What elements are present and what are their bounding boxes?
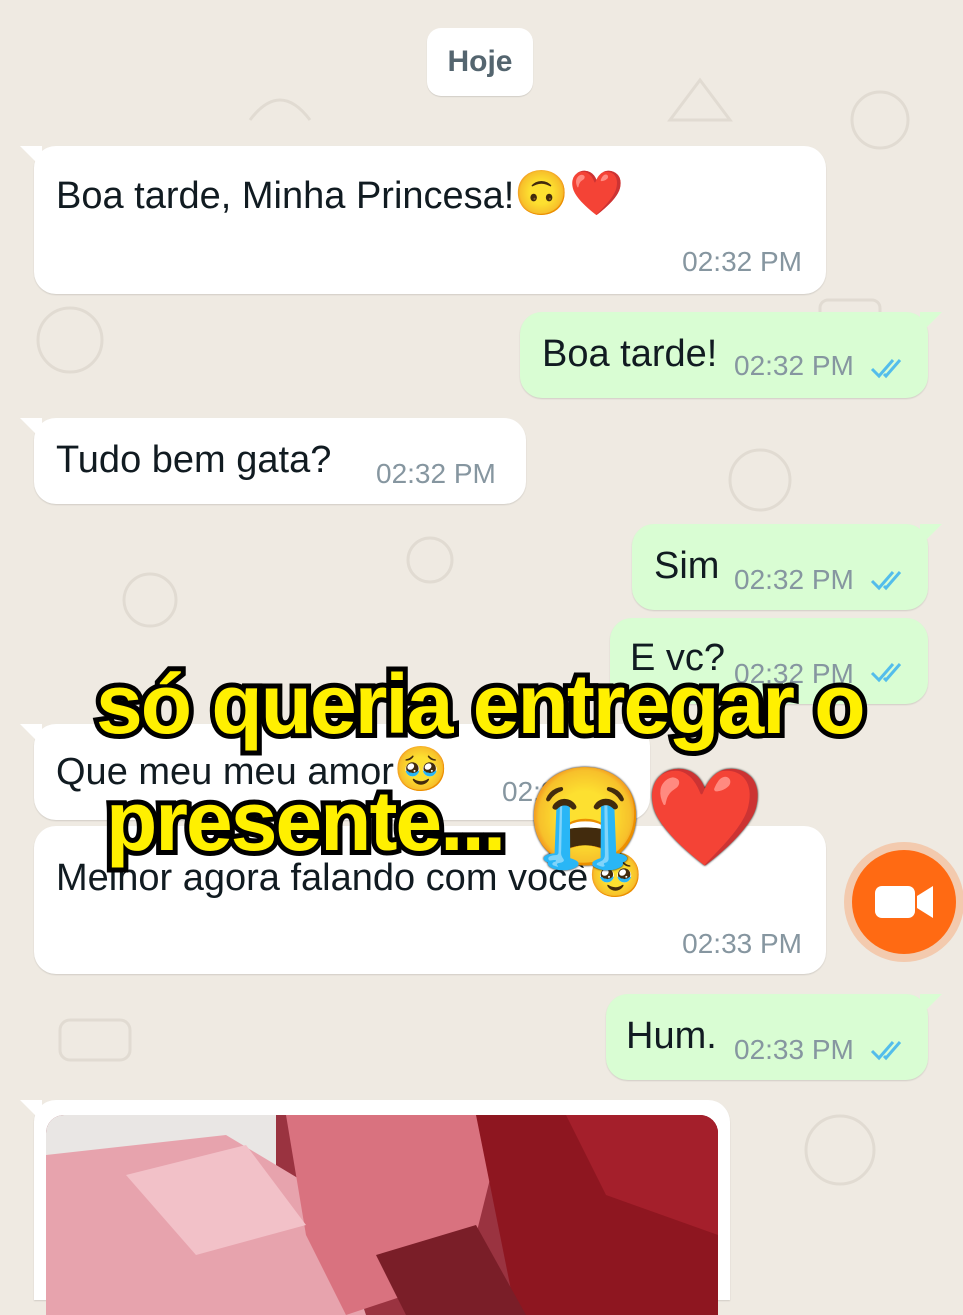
message-text: Sim <box>654 545 720 587</box>
double-check-icon <box>870 1041 902 1061</box>
message-incoming[interactable]: Tudo bem gata? 02:32 PM <box>20 418 526 504</box>
message-outgoing[interactable]: Sim 02:32 PM <box>632 524 942 610</box>
caption-text: presente... <box>101 769 511 873</box>
message-incoming[interactable]: Boa tarde, Minha Princesa!🙃❤️ 02:32 PM <box>20 146 826 294</box>
message-text: Tudo bem gata? <box>56 439 332 481</box>
double-check-icon <box>870 359 902 379</box>
message-text: Boa tarde! <box>542 333 718 375</box>
emoji: 🙃❤️ <box>514 169 624 218</box>
caption-emoji: 😭❤️ <box>525 764 765 871</box>
message-time: 02:32 PM <box>734 350 854 381</box>
message-text: Boa tarde, Minha Princesa! <box>56 175 515 217</box>
double-check-icon <box>870 571 902 591</box>
message-outgoing[interactable]: Hum. 02:33 PM <box>606 994 942 1080</box>
caption-line-2: presente... 😭❤️ <box>101 762 765 874</box>
message-outgoing[interactable]: Boa tarde! 02:32 PM <box>520 312 942 398</box>
double-check-icon <box>870 663 902 683</box>
caption-line-1: só queria entregar o <box>91 652 871 756</box>
message-time: 02:32 PM <box>734 564 854 595</box>
message-photo[interactable] <box>46 1115 718 1315</box>
video-call-button[interactable] <box>852 850 956 954</box>
message-time: 02:33 PM <box>734 1034 854 1065</box>
message-time: 02:32 PM <box>682 246 802 277</box>
message-text: Hum. <box>626 1015 717 1057</box>
video-camera-icon <box>875 886 933 918</box>
date-separator: Hoje <box>427 28 533 96</box>
message-time: 02:32 PM <box>376 458 496 489</box>
message-time: 02:33 PM <box>682 928 802 959</box>
